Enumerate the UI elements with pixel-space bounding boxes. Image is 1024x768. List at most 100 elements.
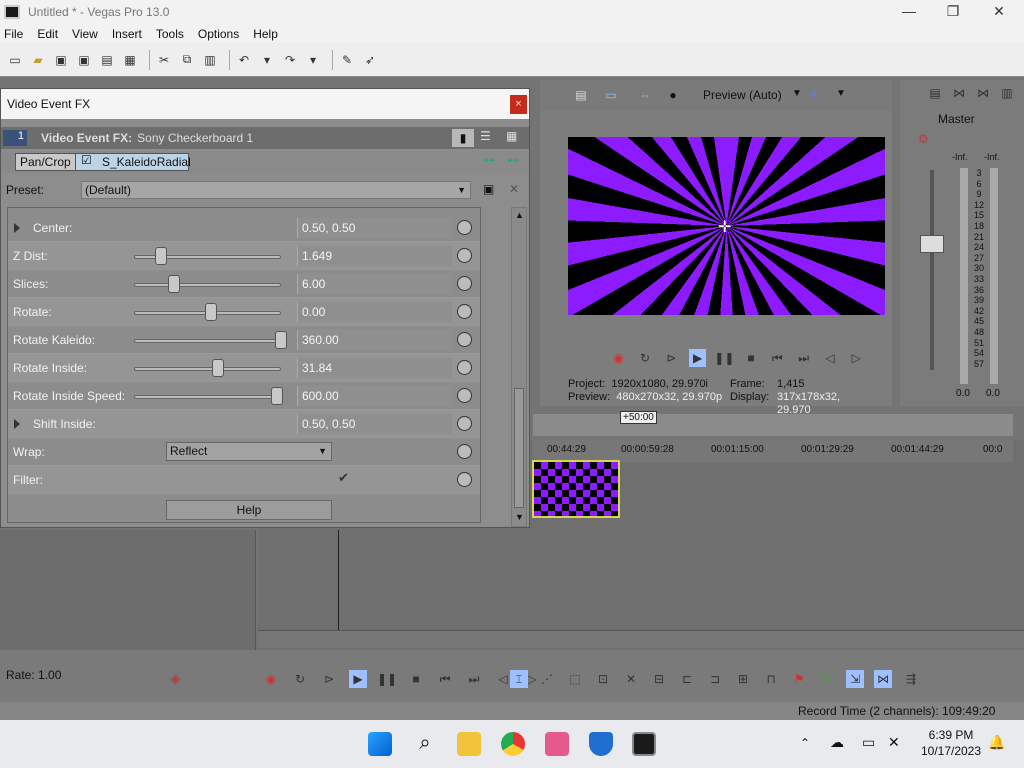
cloud-icon[interactable]: ☁	[830, 734, 844, 751]
param-value-field[interactable]: 0.50, 0.50	[297, 414, 452, 434]
normal-edit-tool-icon[interactable]: ⌶	[510, 670, 528, 688]
stop-icon[interactable]: ■	[407, 670, 425, 688]
preset-dropdown[interactable]: (Default) ▼	[81, 181, 471, 199]
preview-mode-dropdown-icon[interactable]: ▼	[792, 88, 802, 99]
play-from-start-icon[interactable]: ⊳	[663, 349, 680, 367]
animate-clock-icon[interactable]	[457, 416, 472, 431]
preview-mode[interactable]: Preview (Auto)	[703, 88, 782, 102]
param-slider-thumb[interactable]	[167, 275, 180, 293]
properties-icon[interactable]: ▦	[121, 51, 139, 69]
marker-icon[interactable]: ⚑	[790, 670, 808, 688]
minimize-button[interactable]: —	[886, 0, 932, 24]
animate-clock-icon[interactable]	[457, 472, 472, 487]
display-icon[interactable]: ▭	[862, 734, 875, 751]
save-icon[interactable]: ▣	[52, 51, 70, 69]
param-slider-thumb[interactable]	[155, 247, 168, 265]
go-to-end-icon[interactable]: ⏭	[795, 349, 812, 367]
grid-dropdown-icon[interactable]: ▼	[836, 88, 846, 99]
param-slider-track[interactable]	[134, 395, 281, 399]
chrome-icon[interactable]	[501, 732, 525, 756]
clock-time[interactable]: 6:39 PM	[920, 728, 982, 742]
brush-icon[interactable]: ✎	[338, 51, 356, 69]
go-to-end-icon[interactable]: ⏭	[465, 670, 483, 688]
menu-file[interactable]: File	[4, 27, 23, 41]
start-button-icon[interactable]	[368, 732, 392, 756]
close-button[interactable]: ✕	[976, 0, 1022, 24]
paste-icon[interactable]: ▥	[201, 51, 219, 69]
param-slider-thumb[interactable]	[275, 331, 287, 349]
master-meter-icon[interactable]: ▥	[998, 84, 1016, 102]
chevron-up-icon[interactable]: ⌃	[800, 736, 810, 750]
render-icon[interactable]: ▤	[98, 51, 116, 69]
dialog-close-button[interactable]: ×	[510, 95, 527, 114]
param-slider-track[interactable]	[134, 339, 281, 343]
app-icon[interactable]	[545, 732, 569, 756]
param-slider-track[interactable]	[134, 283, 281, 287]
stop-icon[interactable]: ■	[742, 349, 759, 367]
selection-tool-icon[interactable]: ⬚	[566, 670, 584, 688]
master-fx-icon[interactable]: ⋈	[950, 84, 968, 102]
param-value-field[interactable]: 31.84	[297, 358, 452, 378]
filter-checkbox[interactable]: ✔	[338, 471, 352, 485]
vegas-taskbar-icon[interactable]	[632, 732, 656, 756]
timeline-ruler[interactable]: 00:44:29 00:00:59:28 00:01:15:00 00:01:2…	[533, 440, 1013, 462]
remove-plugin-icon[interactable]: ⊷	[507, 153, 519, 167]
trim-start-icon[interactable]: ⊏	[678, 670, 696, 688]
animate-clock-icon[interactable]	[457, 388, 472, 403]
param-value-field[interactable]: 0.50, 0.50	[297, 218, 452, 238]
next-frame-icon[interactable]: ▷	[848, 349, 865, 367]
security-shield-icon[interactable]	[589, 732, 613, 756]
expand-arrow-icon[interactable]	[14, 223, 20, 233]
region-icon[interactable]: ⚐	[818, 670, 836, 688]
new-file-icon[interactable]: ▭	[6, 51, 24, 69]
notification-bell-icon[interactable]: 🔔	[988, 734, 1005, 751]
go-to-start-icon[interactable]: ⏮	[436, 670, 454, 688]
trim-end-icon[interactable]: ⊐	[706, 670, 724, 688]
undo-icon[interactable]: ↶	[235, 51, 253, 69]
loop-icon[interactable]: ↻	[636, 349, 653, 367]
ripple-mode-icon[interactable]: ⇶	[902, 670, 920, 688]
menu-tools[interactable]: Tools	[156, 27, 184, 41]
help-button[interactable]: Help	[166, 500, 332, 520]
menu-edit[interactable]: Edit	[37, 27, 58, 41]
lock-icon[interactable]: ⊓	[762, 670, 780, 688]
save-as-icon[interactable]: ▣	[75, 51, 93, 69]
whats-this-icon[interactable]: ➶	[361, 51, 379, 69]
fx-enabled-checkbox[interactable]: ☑	[81, 153, 92, 167]
expand-arrow-icon[interactable]	[14, 419, 20, 429]
scroll-thumb[interactable]	[514, 388, 524, 508]
save-preset-icon[interactable]: ▣	[483, 182, 494, 196]
play-icon[interactable]: ▶	[349, 670, 367, 688]
plugin-chain-icon[interactable]: ⊶	[483, 153, 495, 167]
previous-frame-icon[interactable]: ◁	[821, 349, 838, 367]
param-slider-thumb[interactable]	[270, 387, 283, 405]
volume-muted-icon[interactable]: ✕	[888, 734, 900, 751]
chain-s-kaleidoradial[interactable]: S_KaleidoRadial	[75, 153, 191, 171]
rate-slider-icon[interactable]: ◈	[170, 670, 181, 687]
record-icon[interactable]: ◉	[610, 349, 627, 367]
timeline-scrollbar[interactable]	[258, 630, 1024, 648]
grid-view-icon[interactable]: ▦	[506, 129, 517, 143]
delete-preset-icon[interactable]: ✕	[509, 182, 519, 196]
open-folder-icon[interactable]: ▰	[29, 51, 47, 69]
pause-icon[interactable]: ❚❚	[714, 349, 734, 367]
search-icon[interactable]: ⌕	[413, 732, 437, 756]
undo-dropdown-icon[interactable]: ▾	[258, 51, 276, 69]
param-value-field[interactable]: 360.00	[297, 330, 452, 350]
master-properties-icon[interactable]: ▤	[926, 84, 944, 102]
param-slider-thumb[interactable]	[204, 303, 217, 321]
trim-icon[interactable]: ⊟	[650, 670, 668, 688]
param-value-field[interactable]: 6.00	[297, 274, 452, 294]
master-fader[interactable]	[920, 235, 944, 253]
split-icon[interactable]: ⊞	[734, 670, 752, 688]
envelope-tool-icon[interactable]: ⋰	[538, 670, 556, 688]
redo-dropdown-icon[interactable]: ▾	[304, 51, 322, 69]
maximize-button[interactable]: ❐	[930, 0, 976, 24]
video-clip[interactable]	[532, 460, 620, 518]
record-icon[interactable]: ◉	[262, 670, 280, 688]
preview-quality-icon[interactable]: ●	[664, 86, 682, 104]
animate-clock-icon[interactable]	[457, 248, 472, 263]
menu-help[interactable]: Help	[253, 27, 278, 41]
animate-clock-icon[interactable]	[457, 444, 472, 459]
scroll-down-icon[interactable]: ▼	[515, 512, 524, 522]
